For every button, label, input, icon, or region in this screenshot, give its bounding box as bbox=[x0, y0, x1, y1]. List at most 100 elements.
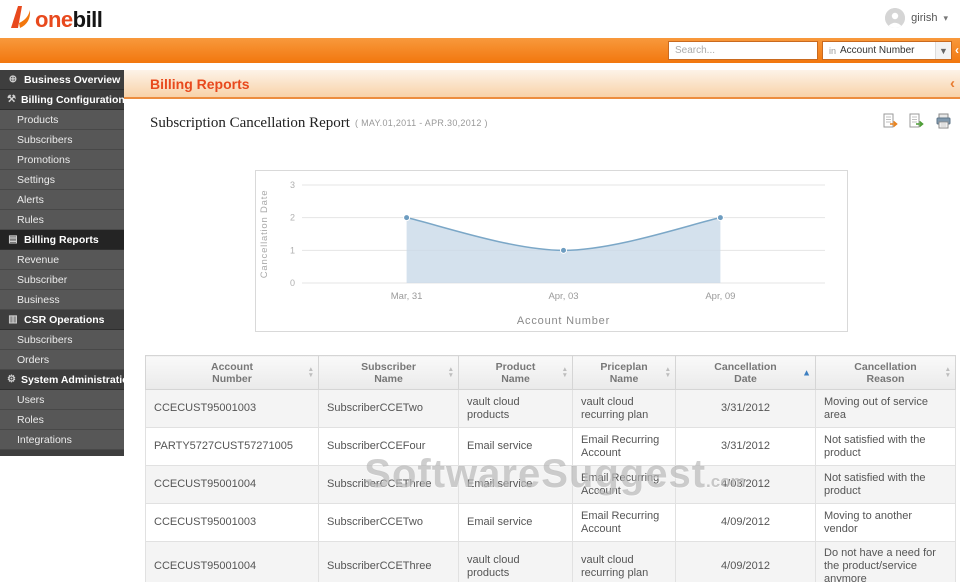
sidebar-item-label: Business bbox=[17, 294, 60, 306]
export-toolbar bbox=[883, 113, 952, 134]
y-tick-label: 0 bbox=[290, 278, 295, 288]
table-cell: Not satisfied with the product bbox=[816, 428, 956, 466]
sidebar-item-roles[interactable]: Roles bbox=[0, 410, 124, 430]
search-filter-dropdown[interactable]: in Account Number ▼ bbox=[822, 41, 952, 60]
table-cell: 3/31/2012 bbox=[676, 390, 816, 428]
export-file-icon[interactable] bbox=[883, 113, 900, 134]
sidebar: ⊕ Business Overview ⚒ Billing Configuration… bbox=[0, 70, 124, 456]
avatar bbox=[885, 8, 905, 28]
sidebar-item-rules[interactable]: Rules bbox=[0, 210, 124, 230]
table-cell: CCECUST95001004 bbox=[146, 466, 319, 504]
data-point bbox=[717, 215, 723, 221]
sidebar-item-subscribers[interactable]: Subscribers bbox=[0, 330, 124, 350]
globe-icon: ⊕ bbox=[7, 74, 19, 85]
table-cell: CCECUST95001004 bbox=[146, 542, 319, 582]
table-cell: 3/31/2012 bbox=[676, 428, 816, 466]
table-row: CCECUST95001004SubscriberCCEThreeEmail s… bbox=[146, 466, 956, 504]
cancellation-chart: 0123Mar, 31Apr, 03Apr, 09Account NumberC… bbox=[256, 171, 847, 331]
sidebar-item-system-administration[interactable]: ⚙System Administration bbox=[0, 370, 124, 390]
x-axis-title: Account Number bbox=[517, 315, 610, 327]
wrench-icon: ⚒ bbox=[7, 94, 16, 105]
sidebar-item-subscribers[interactable]: Subscribers bbox=[0, 130, 124, 150]
table-cell: CCECUST95001003 bbox=[146, 504, 319, 542]
y-axis-title: Cancellation Date bbox=[259, 190, 270, 279]
sort-icon: ▲▼ bbox=[945, 367, 951, 379]
filter-selected-value: Account Number bbox=[840, 45, 935, 56]
y-tick-label: 1 bbox=[290, 245, 295, 255]
table-cell: Email service bbox=[459, 504, 573, 542]
sidebar-item-subscriber[interactable]: Subscriber bbox=[0, 270, 124, 290]
sidebar-item-label: Billing Configuration bbox=[21, 94, 125, 106]
export-excel-icon[interactable] bbox=[909, 113, 926, 134]
cancellation-report-table: AccountNumber▲▼SubscriberName▲▼ProductNa… bbox=[145, 355, 956, 582]
sidebar-item-business[interactable]: Business bbox=[0, 290, 124, 310]
bar-chart-icon: ▥ bbox=[7, 314, 19, 325]
search-bar: in Account Number ▼ ‹ bbox=[0, 38, 960, 63]
sidebar-item-promotions[interactable]: Promotions bbox=[0, 150, 124, 170]
brand-text: onebill bbox=[35, 7, 102, 33]
sidebar-item-billing-configuration[interactable]: ⚒ Billing Configuration bbox=[0, 90, 124, 110]
sidebar-item-label: Products bbox=[17, 114, 58, 126]
page-title: Billing Reports bbox=[124, 76, 250, 92]
sidebar-item-orders[interactable]: Orders bbox=[0, 350, 124, 370]
sidebar-item-products[interactable]: Products bbox=[0, 110, 124, 130]
column-header-product-name[interactable]: ProductName▲▼ bbox=[459, 356, 573, 390]
collapse-header-icon[interactable]: ‹ bbox=[950, 75, 955, 92]
table-cell: Email Recurring Account bbox=[573, 504, 676, 542]
column-header-cancellation-date[interactable]: CancellationDate▲ bbox=[676, 356, 816, 390]
sidebar-item-billing-reports[interactable]: ▤ Billing Reports bbox=[0, 230, 124, 250]
sidebar-item-business-overview[interactable]: ⊕ Business Overview bbox=[0, 70, 124, 90]
user-name: girish bbox=[911, 12, 937, 24]
sidebar-item-label: CSR Operations bbox=[24, 314, 105, 326]
column-header-subscriber-name[interactable]: SubscriberName▲▼ bbox=[319, 356, 459, 390]
top-bar: onebill girish ▾ bbox=[0, 0, 960, 38]
table-row: CCECUST95001003SubscriberCCETwovault clo… bbox=[146, 390, 956, 428]
search-input[interactable] bbox=[668, 41, 818, 60]
sidebar-item-integrations[interactable]: Integrations bbox=[0, 430, 124, 450]
collapse-panel-icon[interactable]: ‹ bbox=[955, 43, 959, 57]
table-cell: 4/09/2012 bbox=[676, 504, 816, 542]
onebill-logo[interactable]: onebill bbox=[8, 4, 102, 35]
column-header-priceplan-name[interactable]: PriceplanName▲▼ bbox=[573, 356, 676, 390]
sidebar-item-label: Billing Reports bbox=[24, 234, 99, 246]
column-header-cancellation-reason[interactable]: CancellationReason▲▼ bbox=[816, 356, 956, 390]
table-cell: Email service bbox=[459, 466, 573, 504]
sidebar-item-label: Orders bbox=[17, 354, 49, 366]
column-header-account-number[interactable]: AccountNumber▲▼ bbox=[146, 356, 319, 390]
table-cell: SubscriberCCETwo bbox=[319, 390, 459, 428]
sidebar-item-label: Subscribers bbox=[17, 134, 72, 146]
table-cell: Do not have a need for the product/servi… bbox=[816, 542, 956, 582]
sidebar-item-alerts[interactable]: Alerts bbox=[0, 190, 124, 210]
reports-icon: ▤ bbox=[7, 234, 19, 245]
sidebar-item-label: Roles bbox=[17, 414, 44, 426]
sidebar-item-users[interactable]: Users bbox=[0, 390, 124, 410]
sidebar-footer-cap bbox=[0, 450, 124, 456]
sidebar-item-label: Integrations bbox=[17, 434, 72, 446]
filter-prefix-label: in bbox=[823, 46, 840, 56]
sidebar-item-revenue[interactable]: Revenue bbox=[0, 250, 124, 270]
app-root: onebill girish ▾ in Account Number ▼ ‹ ⊕… bbox=[0, 0, 960, 582]
sort-icon: ▲▼ bbox=[308, 367, 314, 379]
y-tick-label: 2 bbox=[290, 213, 295, 223]
table-cell: vault cloud products bbox=[459, 542, 573, 582]
print-icon[interactable] bbox=[935, 113, 952, 134]
onebill-logo-icon bbox=[8, 4, 32, 35]
sidebar-item-label: Business Overview bbox=[24, 74, 120, 86]
sidebar-item-csr-operations[interactable]: ▥ CSR Operations bbox=[0, 310, 124, 330]
user-menu[interactable]: girish ▾ bbox=[885, 8, 948, 28]
table-cell: Email service bbox=[459, 428, 573, 466]
sidebar-item-label: Promotions bbox=[17, 154, 70, 166]
data-point bbox=[404, 215, 410, 221]
chevron-down-icon: ▾ bbox=[943, 13, 948, 24]
sidebar-item-settings[interactable]: Settings bbox=[0, 170, 124, 190]
report-date-range: ( MAY.01,2011 - APR.30,2012 ) bbox=[355, 118, 488, 128]
chevron-down-icon: ▼ bbox=[935, 42, 951, 59]
brand-part-bill: bill bbox=[73, 7, 103, 32]
table-row: CCECUST95001003SubscriberCCETwoEmail ser… bbox=[146, 504, 956, 542]
table-cell: Moving out of service area bbox=[816, 390, 956, 428]
sidebar-item-label: Subscriber bbox=[17, 274, 67, 286]
x-tick-label: Apr, 03 bbox=[548, 291, 578, 302]
chart-card: 0123Mar, 31Apr, 03Apr, 09Account NumberC… bbox=[255, 170, 848, 332]
page-header: Billing Reports ‹ bbox=[124, 70, 960, 99]
table-cell: Email Recurring Account bbox=[573, 466, 676, 504]
